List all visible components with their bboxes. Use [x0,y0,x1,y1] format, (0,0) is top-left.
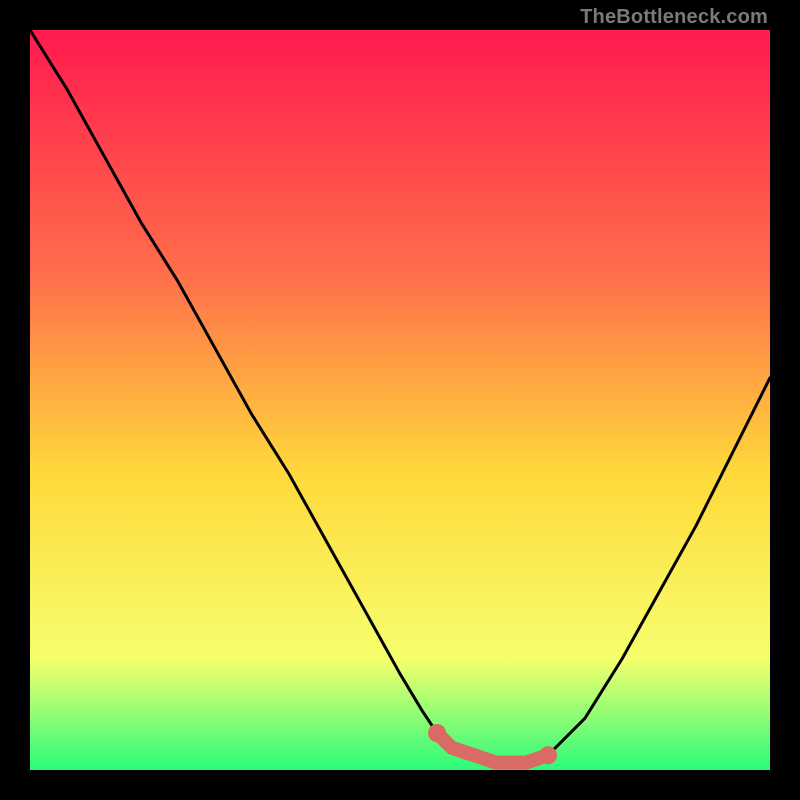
watermark-text: TheBottleneck.com [580,6,768,29]
plot-area [30,30,770,770]
bottleneck-curve [30,30,770,763]
chart-stage: TheBottleneck.com [0,0,800,800]
optimal-range-dot-start [428,724,446,742]
curve-overlay [30,30,770,770]
optimal-range-dot-end [539,746,557,764]
optimal-range-highlight [437,733,548,763]
